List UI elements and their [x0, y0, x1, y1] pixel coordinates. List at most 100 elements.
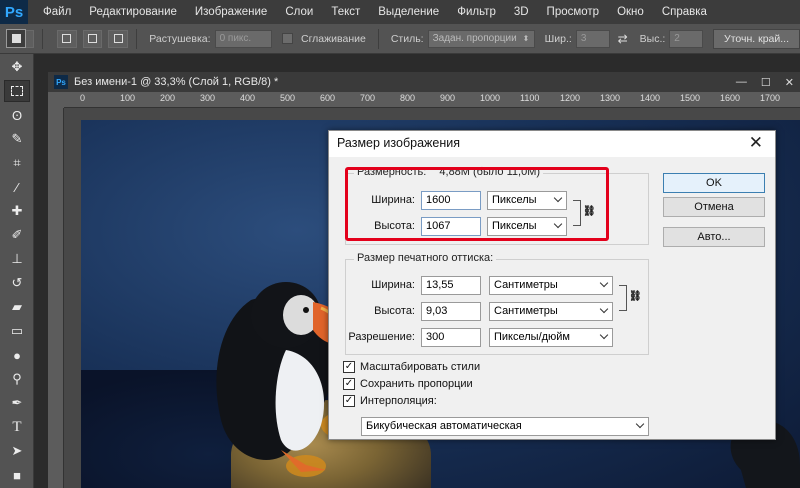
dialog-titlebar[interactable]: Размер изображения ✕ [329, 131, 775, 157]
menu-bar: Ps Файл Редактирование Изображение Слои … [0, 0, 800, 24]
brush-icon[interactable]: ✐ [4, 224, 30, 246]
ruler-tick: 200 [160, 93, 176, 103]
marquee-icon[interactable] [4, 80, 30, 102]
menu-window[interactable]: Окно [608, 0, 653, 24]
print-width-label: Ширина: [371, 279, 415, 291]
ruler-tick: 500 [280, 93, 296, 103]
add-selection-icon[interactable] [56, 29, 77, 48]
ruler-tick: 1000 [480, 93, 501, 103]
chevron-down-icon [599, 304, 609, 314]
ruler-tick: 100 [120, 93, 136, 103]
eyedropper-icon[interactable]: ⁄ [4, 176, 30, 198]
menu-edit[interactable]: Редактирование [80, 0, 186, 24]
width-input[interactable]: 3 [575, 29, 610, 48]
close-icon[interactable]: ✕ [785, 76, 794, 89]
dodge-icon[interactable]: ⚲ [4, 368, 30, 390]
ruler-tick: 1300 [600, 93, 621, 103]
eraser-icon[interactable]: ▰ [4, 296, 30, 318]
checkbox-box: ✓ [343, 378, 355, 390]
ok-button[interactable]: OK [663, 173, 765, 193]
resample-checkbox[interactable]: ✓ Интерполяция: [343, 395, 437, 407]
feather-input[interactable]: 0 пикс. [214, 29, 273, 48]
menu-image[interactable]: Изображение [186, 0, 276, 24]
ruler-corner [48, 92, 64, 108]
interpolation-value: Бикубическая автоматическая [366, 420, 522, 432]
menu-file[interactable]: Файл [34, 0, 80, 24]
ruler-horizontal: 0 100 200 300 400 500 600 700 800 900 10… [64, 92, 800, 108]
print-width-input[interactable]: 13,55 [421, 276, 481, 295]
menu-type[interactable]: Текст [322, 0, 369, 24]
chevron-down-icon [599, 278, 609, 288]
menu-layer[interactable]: Слои [276, 0, 322, 24]
minimize-icon[interactable]: — [736, 76, 747, 88]
ruler-tick: 1500 [680, 93, 701, 103]
blur-icon[interactable]: ● [4, 344, 30, 366]
resolution-label: Разрешение: [348, 331, 415, 343]
resolution-unit-select[interactable]: Пикселы/дюйм [489, 328, 613, 347]
close-icon[interactable]: ✕ [749, 133, 763, 153]
menu-view[interactable]: Просмотр [538, 0, 609, 24]
print-height-input[interactable]: 9,03 [421, 302, 481, 321]
options-bar: Растушевка: 0 пикс. Сглаживание Стиль: З… [0, 24, 800, 54]
document-tab[interactable]: Ps Без имени-1 @ 33,3% (Слой 1, RGB/8) *… [48, 72, 800, 92]
resolution-input[interactable]: 300 [421, 328, 481, 347]
cancel-button[interactable]: Отмена [663, 197, 765, 217]
height-input[interactable]: 2 [669, 29, 704, 48]
style-select[interactable]: Задан. пропорции ⬍ [427, 29, 535, 48]
gradient-icon[interactable]: ▭ [4, 320, 30, 342]
ruler-tick: 300 [200, 93, 216, 103]
ruler-tick: 0 [80, 93, 86, 103]
scale-styles-label: Масштабировать стили [360, 361, 481, 373]
stamp-icon[interactable]: ⊥ [4, 248, 30, 270]
document-logo: Ps [54, 75, 68, 89]
quick-select-icon[interactable]: ✎ [4, 128, 30, 150]
ruler-tick: 1200 [560, 93, 581, 103]
height-label: Выс.: [639, 32, 666, 45]
resample-label: Интерполяция: [360, 395, 437, 407]
menu-help[interactable]: Справка [653, 0, 716, 24]
chevron-down-icon [635, 419, 645, 429]
link-bracket [619, 285, 627, 311]
style-label: Стиль: [390, 32, 424, 45]
print-width-unit-select[interactable]: Сантиметры [489, 276, 613, 295]
resolution-unit: Пикселы/дюйм [494, 331, 570, 343]
pen-icon[interactable]: ✒ [4, 392, 30, 414]
path-select-icon[interactable]: ➤ [4, 440, 30, 462]
shape-icon[interactable]: ■ [4, 464, 30, 486]
healing-icon[interactable]: ✚ [4, 200, 30, 222]
print-size-legend: Размер печатного оттиска: [354, 252, 497, 264]
checkbox-box: ✓ [343, 395, 355, 407]
ruler-tick: 400 [240, 93, 256, 103]
subtract-selection-icon[interactable] [82, 29, 103, 48]
auto-button[interactable]: Авто... [663, 227, 765, 247]
type-icon[interactable]: T [4, 416, 30, 438]
print-height-unit: Сантиметры [494, 305, 558, 317]
history-brush-icon[interactable]: ↺ [4, 272, 30, 294]
antialias-checkbox[interactable] [282, 33, 293, 44]
interpolation-select[interactable]: Бикубическая автоматическая [361, 417, 649, 436]
print-height-unit-select[interactable]: Сантиметры [489, 302, 613, 321]
style-value: Задан. пропорции [432, 32, 517, 44]
tools-panel: ✥ ʘ ✎ ⌗ ⁄ ✚ ✐ ⊥ ↺ ▰ ▭ ● ⚲ ✒ T ➤ ■ [0, 54, 34, 488]
scale-styles-checkbox[interactable]: ✓ Масштабировать стили [343, 361, 480, 373]
crop-icon[interactable]: ⌗ [4, 152, 30, 174]
swap-icon[interactable]: ⇄ [618, 32, 628, 46]
ruler-tick: 1100 [520, 93, 540, 103]
new-selection-icon[interactable] [6, 29, 26, 48]
intersect-selection-icon[interactable] [108, 29, 129, 48]
refine-edge-button[interactable]: Уточн. край... [713, 28, 800, 49]
chevron-down-icon: ⬍ [522, 33, 530, 43]
lasso-icon[interactable]: ʘ [4, 104, 30, 126]
divider [377, 28, 379, 49]
move-icon[interactable]: ✥ [4, 56, 30, 78]
menu-select[interactable]: Выделение [369, 0, 448, 24]
antialias-label: Сглаживание [301, 32, 366, 45]
chain-link-icon: ⛓ [629, 291, 642, 302]
dialog-title: Размер изображения [337, 136, 460, 150]
menu-3d[interactable]: 3D [505, 0, 538, 24]
print-height-label: Высота: [374, 305, 415, 317]
maximize-icon[interactable]: ☐ [761, 76, 771, 89]
constrain-proportions-checkbox[interactable]: ✓ Сохранить пропорции [343, 378, 473, 390]
menu-filter[interactable]: Фильтр [448, 0, 505, 24]
highlight-box [345, 167, 609, 241]
